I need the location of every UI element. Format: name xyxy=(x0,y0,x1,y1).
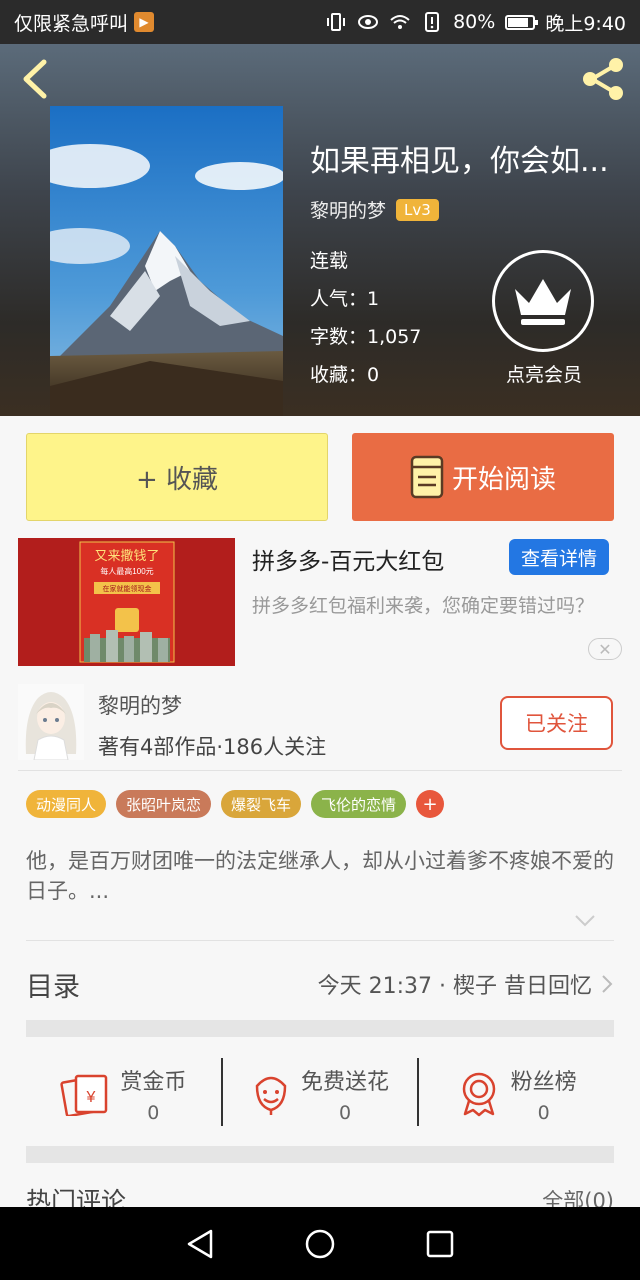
toc-title: 目录 xyxy=(26,971,80,1003)
navigation-bar xyxy=(0,1207,640,1280)
author-avatar[interactable] xyxy=(18,684,84,760)
play-badge-icon: ▶ xyxy=(134,12,155,32)
author-level-badge: Lv3 xyxy=(396,198,439,221)
divider xyxy=(18,770,622,771)
stat-label: 粉丝榜 xyxy=(510,1070,577,1095)
eye-icon xyxy=(358,15,379,29)
tag-item[interactable]: 张昭叶岚恋 xyxy=(116,790,212,818)
vip-circle xyxy=(492,250,594,352)
status-bar: 仅限紧急呼叫 ▶ 80% 晚上9:40 xyxy=(0,0,640,44)
tag-item[interactable]: 动漫同人 xyxy=(26,790,107,818)
alert-icon xyxy=(425,12,440,32)
flower-icon xyxy=(255,1076,287,1115)
start-reading-button[interactable]: 开始阅读 xyxy=(352,433,614,521)
divider xyxy=(26,940,614,941)
stat-value: 0 xyxy=(537,1102,550,1124)
author-name[interactable]: 黎明的梦 xyxy=(98,690,182,720)
crown-icon xyxy=(515,279,571,325)
nav-home-icon[interactable] xyxy=(300,1224,340,1264)
book-icon xyxy=(410,455,444,499)
add-tag-button[interactable]: + xyxy=(416,790,445,818)
section-divider xyxy=(26,1020,614,1037)
book-status: 连载 xyxy=(310,250,349,272)
favorite-button[interactable]: + 收藏 xyxy=(26,433,328,521)
book-summary: 他，是百万财团唯一的法定继承人，却从小过着爹不疼娘不爱的日子。... xyxy=(26,849,614,903)
vibrate-icon xyxy=(327,13,346,31)
stat-value: 0 xyxy=(338,1102,352,1124)
book-author-row: 黎明的梦 Lv3 xyxy=(310,196,439,223)
book-popularity: 人气：1 xyxy=(310,288,380,310)
book-title: 如果再相见，你会如... xyxy=(310,144,609,179)
follow-button[interactable]: 已关注 xyxy=(500,696,613,750)
ad-image-text-2: 每人最高100元 xyxy=(100,566,153,576)
book-meta: 连载 人气：1 字数：1,057 收藏：0 xyxy=(310,242,421,394)
vip-button[interactable]: 点亮会员 xyxy=(492,250,596,387)
book-cover[interactable] xyxy=(50,106,283,416)
red-envelope-icon: ¥ xyxy=(60,1074,108,1116)
chevron-right-icon xyxy=(602,975,613,993)
book-header: 如果再相见，你会如... 黎明的梦 Lv3 连载 人气：1 字数：1,057 收… xyxy=(0,44,640,416)
stat-label: 免费送花 xyxy=(301,1070,390,1095)
ad-image-text-3: 在家就能领现金 xyxy=(103,584,152,593)
free-flower-button[interactable]: 免费送花 0 xyxy=(223,1050,418,1138)
nav-recents-icon[interactable] xyxy=(420,1224,460,1264)
section-divider xyxy=(26,1146,614,1163)
ad-image[interactable]: 又来撒钱了 每人最高100元 在家就能领现金 xyxy=(18,538,235,666)
carrier-text: 仅限紧急呼叫 xyxy=(14,12,129,35)
ad-title[interactable]: 拼多多-百元大红包 xyxy=(252,542,444,576)
medal-icon xyxy=(462,1072,495,1117)
stat-value: 0 xyxy=(147,1102,160,1124)
wifi-icon xyxy=(390,15,410,29)
reward-stats: ¥ 赏金币 0 免费送花 0 粉丝榜 0 xyxy=(26,1050,614,1138)
tag-item[interactable]: 飞伦的恋情 xyxy=(311,790,407,818)
ad-detail-button[interactable]: 查看详情 xyxy=(509,539,609,575)
fan-ranking-button[interactable]: 粉丝榜 0 xyxy=(419,1050,614,1138)
svg-text:¥: ¥ xyxy=(86,1089,96,1106)
stat-label: 赏金币 xyxy=(120,1070,187,1095)
table-of-contents-row[interactable]: 目录 今天 21:37 · 楔子 昔日回忆 xyxy=(26,958,614,1010)
reward-coins-button[interactable]: ¥ 赏金币 0 xyxy=(26,1050,221,1138)
author-stats: 著有4部作品·186人关注 xyxy=(98,735,327,759)
battery-icon xyxy=(505,14,539,30)
book-author[interactable]: 黎明的梦 xyxy=(310,196,386,223)
book-favorites: 收藏：0 xyxy=(310,364,380,386)
tag-list: 动漫同人 张昭叶岚恋 爆裂飞车 飞伦的恋情 + xyxy=(26,790,445,818)
tag-item[interactable]: 爆裂飞车 xyxy=(221,790,302,818)
ad-description: 拼多多红包福利来袭，您确定要错过吗？ xyxy=(252,595,595,617)
chevron-down-icon[interactable] xyxy=(574,912,596,930)
book-word-count: 字数：1,057 xyxy=(310,326,422,348)
nav-back-icon[interactable] xyxy=(180,1224,220,1264)
share-icon[interactable] xyxy=(578,54,628,104)
battery-percent: 80% xyxy=(453,11,496,33)
vip-label: 点亮会员 xyxy=(505,364,582,386)
toc-latest-chapter: 今天 21:37 · 楔子 昔日回忆 xyxy=(318,968,614,1000)
chevron-left-icon[interactable] xyxy=(18,58,52,100)
ad-close-button[interactable]: ✕ xyxy=(588,638,622,660)
ad-image-text-1: 又来撒钱了 xyxy=(94,548,159,563)
start-reading-label: 开始阅读 xyxy=(451,464,556,495)
clock: 晚上9:40 xyxy=(545,12,626,35)
toc-latest-text: 今天 21:37 · 楔子 昔日回忆 xyxy=(317,974,592,999)
